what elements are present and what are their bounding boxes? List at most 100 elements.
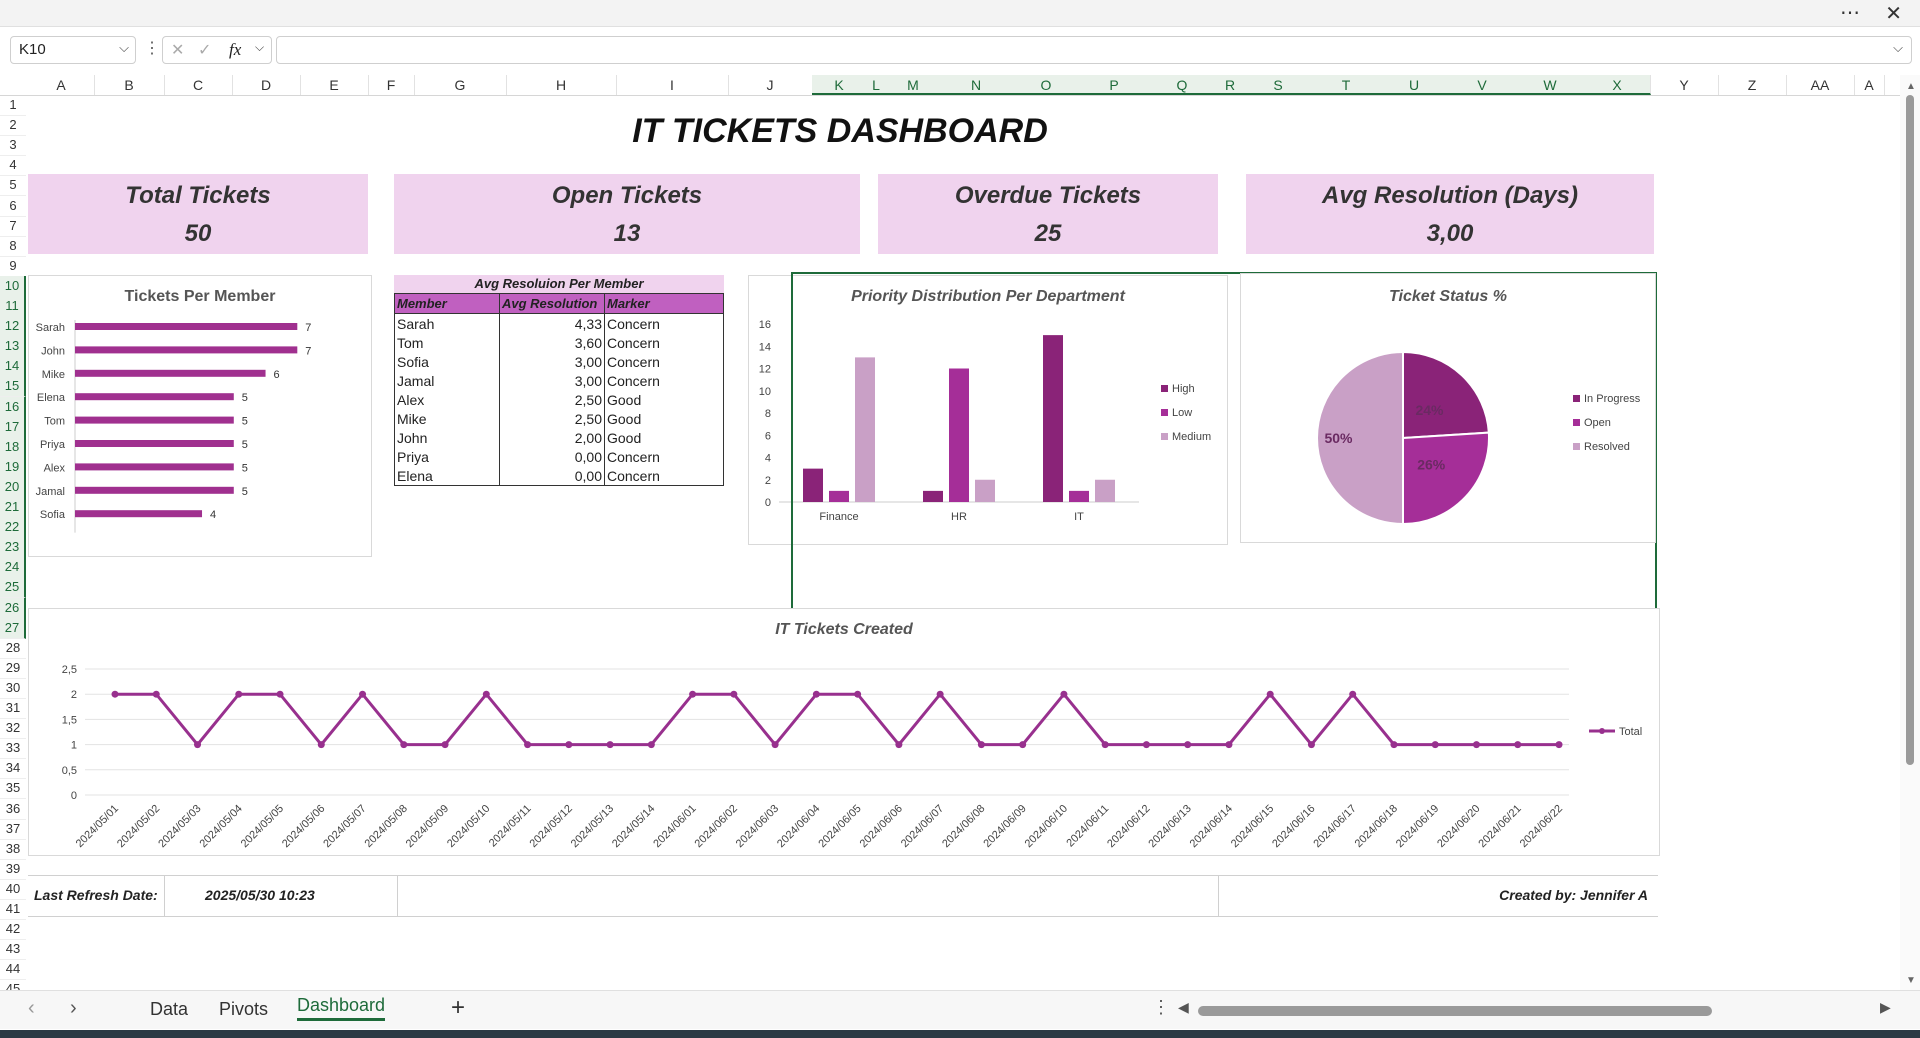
column-header-g[interactable]: G — [414, 75, 507, 95]
row-header-22[interactable]: 22 — [0, 517, 26, 539]
prev-sheet-icon[interactable]: ‹ — [28, 997, 35, 1020]
tickets-per-member-chart[interactable]: Tickets Per Member Sarah 7 John 7 Mike 6 Elena… — [28, 275, 372, 557]
table-cell[interactable]: Good — [604, 390, 724, 409]
chevron-down-icon[interactable]: ⌵ — [119, 40, 129, 56]
check-icon[interactable]: ✓ — [198, 40, 211, 60]
table-cell[interactable]: 4,33 — [499, 313, 605, 333]
row-header-18[interactable]: 18 — [0, 436, 26, 458]
ticket-status-chart[interactable]: Ticket Status % 24% 26% 50% In Progress Open… — [1240, 273, 1656, 543]
row-header-2[interactable]: 2 — [0, 115, 26, 137]
tickets-created-chart[interactable]: IT Tickets Created 0 0,5 1 1,5 2 2,5 2024/05/0… — [28, 608, 1660, 856]
table-cell[interactable]: Concern — [604, 466, 724, 486]
row-header-31[interactable]: 31 — [0, 698, 26, 719]
row-header-28[interactable]: 28 — [0, 638, 26, 659]
column-header-y[interactable]: Y — [1650, 75, 1719, 95]
table-cell[interactable]: 2,50 — [499, 390, 605, 409]
column-header-m[interactable]: M — [886, 75, 941, 95]
row-header-13[interactable]: 13 — [0, 336, 26, 358]
table-cell[interactable]: Jamal — [394, 371, 500, 390]
table-cell[interactable]: Concern — [604, 313, 724, 333]
add-sheet-button[interactable]: + — [451, 994, 465, 1022]
row-header-38[interactable]: 38 — [0, 839, 26, 860]
column-header-x[interactable]: X — [1584, 75, 1651, 95]
scroll-left-icon[interactable]: ◀ — [1178, 999, 1189, 1016]
table-cell[interactable]: Concern — [604, 352, 724, 371]
table-cell[interactable]: Tom — [394, 333, 500, 352]
row-header-32[interactable]: 32 — [0, 718, 26, 740]
row-header-23[interactable]: 23 — [0, 537, 26, 559]
row-header-6[interactable]: 6 — [0, 196, 26, 217]
row-header-17[interactable]: 17 — [0, 416, 26, 438]
column-header-j[interactable]: J — [728, 75, 813, 95]
table-cell[interactable]: 3,00 — [499, 352, 605, 371]
tab-pivots[interactable]: Pivots — [219, 999, 268, 1020]
row-header-21[interactable]: 21 — [0, 497, 26, 518]
column-header-k[interactable]: K — [812, 75, 867, 95]
table-cell[interactable]: 3,00 — [499, 371, 605, 390]
priority-distribution-chart[interactable]: Priority Distribution Per Department 0 2 4… — [748, 275, 1228, 545]
column-header-b[interactable]: B — [94, 75, 165, 95]
table-cell[interactable]: Elena — [394, 466, 500, 486]
tab-dashboard[interactable]: Dashboard — [297, 995, 386, 1021]
table-cell[interactable]: Concern — [604, 371, 724, 390]
formula-input[interactable]: ⌵ — [276, 36, 1912, 64]
column-header-w[interactable]: W — [1516, 75, 1585, 95]
row-header-43[interactable]: 43 — [0, 939, 26, 961]
row-header-5[interactable]: 5 — [0, 175, 26, 197]
next-sheet-icon[interactable]: › — [70, 997, 77, 1020]
column-header-l[interactable]: L — [866, 75, 887, 95]
scroll-down-icon[interactable]: ▼ — [1906, 975, 1916, 986]
expand-formula-icon[interactable]: ⌵ — [1893, 40, 1903, 56]
table-cell[interactable]: Good — [604, 409, 724, 428]
row-header-40[interactable]: 40 — [0, 879, 26, 900]
column-header-u[interactable]: U — [1380, 75, 1449, 95]
row-header-39[interactable]: 39 — [0, 859, 26, 880]
cancel-icon[interactable]: ✕ — [171, 40, 184, 60]
row-header-3[interactable]: 3 — [0, 135, 26, 157]
table-cell[interactable]: Mike — [394, 409, 500, 428]
table-cell[interactable]: Concern — [604, 333, 724, 352]
row-header-25[interactable]: 25 — [0, 577, 26, 599]
row-header-4[interactable]: 4 — [0, 155, 26, 177]
column-header-s[interactable]: S — [1244, 75, 1313, 95]
table-cell[interactable]: 0,00 — [499, 466, 605, 486]
column-header-i[interactable]: I — [616, 75, 729, 95]
row-header-29[interactable]: 29 — [0, 658, 26, 679]
table-cell[interactable]: 0,00 — [499, 447, 605, 466]
table-cell[interactable]: 2,00 — [499, 428, 605, 447]
table-cell[interactable]: 3,60 — [499, 333, 605, 352]
more-vert-icon[interactable]: ⋮ — [144, 38, 160, 58]
row-header-30[interactable]: 30 — [0, 678, 26, 699]
row-header-27[interactable]: 27 — [0, 617, 26, 639]
column-header-v[interactable]: V — [1448, 75, 1517, 95]
function-icon[interactable]: fx — [229, 40, 241, 60]
table-cell[interactable]: John — [394, 428, 500, 447]
row-header-19[interactable]: 19 — [0, 456, 26, 478]
row-header-41[interactable]: 41 — [0, 899, 26, 920]
row-header-14[interactable]: 14 — [0, 356, 26, 378]
row-header-7[interactable]: 7 — [0, 216, 26, 237]
column-header-p[interactable]: P — [1080, 75, 1149, 95]
row-header-37[interactable]: 37 — [0, 819, 26, 840]
column-header-c[interactable]: C — [164, 75, 233, 95]
column-header-n[interactable]: N — [940, 75, 1013, 95]
row-header-16[interactable]: 16 — [0, 396, 26, 418]
row-header-26[interactable]: 26 — [0, 597, 26, 619]
table-cell[interactable]: Sofia — [394, 352, 500, 371]
row-header-36[interactable]: 36 — [0, 799, 26, 820]
row-header-11[interactable]: 11 — [0, 296, 26, 317]
row-header-42[interactable]: 42 — [0, 919, 26, 941]
column-header-d[interactable]: D — [232, 75, 301, 95]
table-cell[interactable]: Alex — [394, 390, 500, 409]
scroll-right-icon[interactable]: ▶ — [1880, 999, 1891, 1016]
horizontal-scroll-thumb[interactable] — [1198, 1006, 1712, 1016]
table-cell[interactable]: 2,50 — [499, 409, 605, 428]
scroll-up-icon[interactable]: ▲ — [1906, 81, 1916, 92]
row-header-1[interactable]: 1 — [0, 95, 26, 116]
row-header-12[interactable]: 12 — [0, 316, 26, 338]
row-header-33[interactable]: 33 — [0, 738, 26, 760]
row-header-44[interactable]: 44 — [0, 959, 26, 981]
column-header-aa[interactable]: AA — [1786, 75, 1855, 95]
table-cell[interactable]: Priya — [394, 447, 500, 466]
row-header-15[interactable]: 15 — [0, 376, 26, 398]
